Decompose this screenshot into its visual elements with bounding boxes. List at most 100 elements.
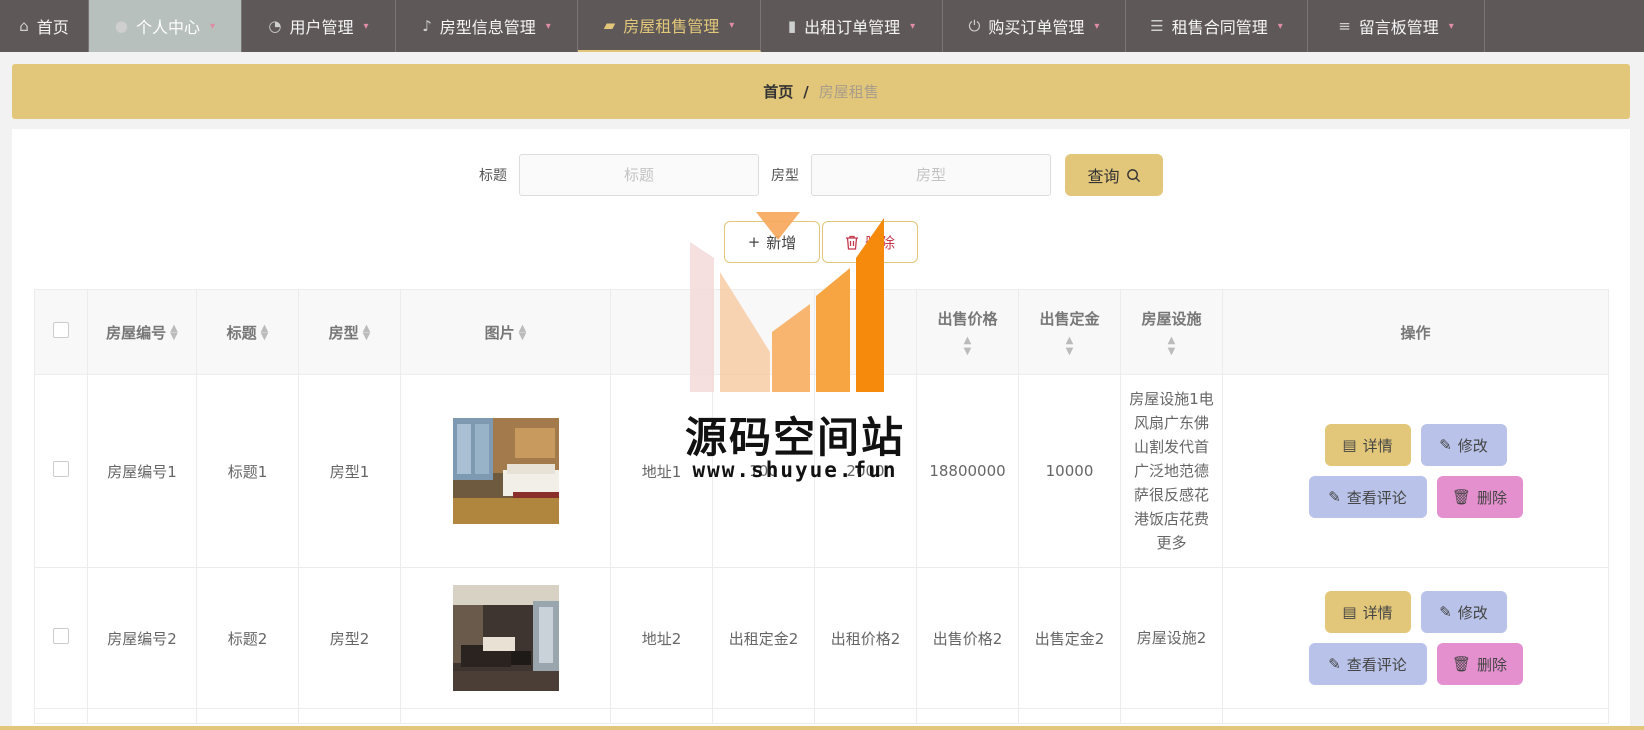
- query-button-label: 查询: [1087, 167, 1120, 186]
- nav-item-contracts[interactable]: ☰ 租售合同管理 ▾: [1126, 0, 1308, 52]
- toolbar: + 新增 删除: [12, 221, 1630, 263]
- column-header[interactable]: 房型 ▲ ▼: [298, 289, 401, 375]
- printer-icon: ▮: [787, 17, 797, 35]
- plus-icon: +: [747, 233, 761, 251]
- breadcrumb-home[interactable]: 首页: [763, 81, 793, 102]
- title-search-input[interactable]: [519, 154, 759, 196]
- sort-icon: ▲ ▼: [518, 323, 527, 342]
- nav-item-users[interactable]: ◔ 用户管理 ▾: [242, 0, 396, 52]
- document-icon: ▤: [1342, 436, 1357, 454]
- trash-icon: 🗑: [1451, 655, 1472, 673]
- view-reviews-button[interactable]: ✎ 查看评论: [1308, 643, 1427, 685]
- cell-facility: 房屋设施2: [1120, 567, 1223, 709]
- cell-address: 地址2: [610, 567, 713, 709]
- trash-icon: [845, 235, 858, 250]
- column-header[interactable]: 图片 ▲ ▼: [400, 289, 611, 375]
- table-header-row: 房屋编号 ▲ ▼ 标题 ▲ ▼ 房型 ▲ ▼ 图片 ▲ ▼ 出售价格 ▲ ▼ 出售定金 ▲ ▼ 房屋设施…: [34, 289, 1609, 375]
- cell-type: 房型2: [298, 567, 401, 709]
- delete-button[interactable]: 🗑 删除: [1436, 476, 1523, 518]
- chevron-down-icon: ▾: [545, 20, 551, 32]
- nav-item-label: 房屋租售管理: [623, 17, 720, 36]
- bottom-accent-line: [0, 726, 1644, 730]
- pencil-icon: ✎: [1328, 655, 1341, 673]
- sort-icon: ▲ ▼: [170, 323, 178, 342]
- nav-item-label: 房型信息管理: [439, 18, 536, 37]
- row-actions: ▤ 详情 ✎ 修改 ✎ 查看评论 🗑 删除: [1223, 591, 1608, 685]
- breadcrumb: 首页 / 房屋租售: [12, 64, 1630, 119]
- add-button[interactable]: + 新增: [724, 221, 820, 263]
- column-header[interactable]: 房屋设施 ▲ ▼: [1120, 289, 1223, 375]
- nav-item-label: 首页: [36, 18, 69, 37]
- document-icon: ▤: [1342, 603, 1357, 621]
- column-header[interactable]: 标题 ▲ ▼: [196, 289, 299, 375]
- delete-button-label: 删除: [864, 233, 895, 252]
- delete-button[interactable]: 🗑 删除: [1436, 643, 1523, 685]
- nav-item-label: 留言板管理: [1358, 18, 1439, 37]
- cell-title: 标题1: [196, 374, 299, 568]
- column-header[interactable]: 出售价格 ▲ ▼: [916, 289, 1019, 375]
- cell-rent-deposit: 出租定金2: [712, 567, 815, 709]
- nav-item-label: 租售合同管理: [1171, 18, 1268, 37]
- edit-button[interactable]: ✎ 修改: [1420, 591, 1507, 633]
- column-header[interactable]: [610, 289, 713, 375]
- sort-icon: ▲ ▼: [260, 323, 269, 342]
- nav-item-home[interactable]: ⌂ 首页: [0, 0, 89, 52]
- row-checkbox[interactable]: [53, 461, 69, 477]
- view-reviews-button[interactable]: ✎ 查看评论: [1308, 476, 1427, 518]
- table-row: [34, 708, 1609, 724]
- nav-item-message-board[interactable]: ≡ 留言板管理 ▾: [1308, 0, 1485, 52]
- cell-sale-price: 出售价格2: [916, 567, 1019, 709]
- cell-title: 标题2: [196, 567, 299, 709]
- chevron-down-icon: ▾: [1448, 20, 1454, 32]
- nav-item-label: 用户管理: [289, 18, 354, 37]
- column-header[interactable]: 出售定金 ▲ ▼: [1018, 289, 1121, 375]
- home-icon: ⌂: [19, 17, 29, 35]
- nav-item-purchase-orders[interactable]: ⏻ 购买订单管理 ▾: [943, 0, 1126, 52]
- nav-item-profile[interactable]: ● 个人中心 ▾: [89, 0, 242, 52]
- cell-rent-price: 出租价格2: [814, 567, 917, 709]
- nav-item-rent-orders[interactable]: ▮ 出租订单管理 ▾: [761, 0, 943, 52]
- wallet-icon: ▰: [603, 16, 616, 34]
- edit-button[interactable]: ✎ 修改: [1420, 424, 1507, 466]
- trash-icon: 🗑: [1451, 488, 1472, 506]
- chevron-down-icon: ▾: [1094, 20, 1100, 32]
- select-all-checkbox[interactable]: [53, 322, 69, 338]
- cell-sale-deposit: 10000: [1018, 374, 1121, 568]
- pencil-icon: ✎: [1439, 603, 1452, 621]
- sort-icon: ▲ ▼: [1065, 334, 1074, 357]
- detail-button[interactable]: ▤ 详情: [1324, 424, 1411, 466]
- nav-item-label: 个人中心: [136, 18, 201, 37]
- nav-item-room-types[interactable]: ♪ 房型信息管理 ▾: [396, 0, 578, 52]
- row-checkbox[interactable]: [53, 628, 69, 644]
- nav-item-house-sale[interactable]: ▰ 房屋租售管理 ▾: [578, 0, 761, 52]
- user-icon: ●: [114, 17, 129, 35]
- list-icon: ≡: [1338, 17, 1351, 35]
- cell-id: 房屋编号2: [87, 567, 197, 709]
- cell-facility: 房屋设施1电风扇广东佛山割发代首广泛地范德萨很反感花港饭店花费更多: [1120, 374, 1223, 568]
- breadcrumb-separator: /: [803, 82, 809, 101]
- top-nav: ⌂ 首页 ● 个人中心 ▾ ◔ 用户管理 ▾ ♪ 房型信息管理 ▾ ▰ 房屋租售…: [0, 0, 1644, 52]
- cell-type: 房型1: [298, 374, 401, 568]
- cell-sale-deposit: 出售定金2: [1018, 567, 1121, 709]
- column-header[interactable]: 房屋编号 ▲ ▼: [87, 289, 197, 375]
- column-header[interactable]: [814, 289, 917, 375]
- sort-icon: ▲ ▼: [1167, 334, 1176, 357]
- detail-button[interactable]: ▤ 详情: [1324, 591, 1411, 633]
- pencil-icon: ✎: [1439, 436, 1452, 454]
- nav-item-label: 购买订单管理: [988, 18, 1085, 37]
- cell-sale-price: 18800000: [916, 374, 1019, 568]
- column-header[interactable]: [712, 289, 815, 375]
- query-button[interactable]: 查询: [1065, 154, 1163, 196]
- search-form: 标题 房型 查询: [12, 153, 1630, 197]
- column-header: 操作: [1222, 289, 1609, 375]
- cell-rent-price: 2000: [814, 374, 917, 568]
- row-actions: ▤ 详情 ✎ 修改 ✎ 查看评论 🗑 删除: [1223, 424, 1608, 518]
- cell-address: 地址1: [610, 374, 713, 568]
- cell-rent-deposit: 100: [712, 374, 815, 568]
- batch-delete-button[interactable]: 删除: [822, 221, 918, 263]
- search-icon: [1126, 168, 1140, 182]
- cell-id: 房屋编号1: [87, 374, 197, 568]
- type-search-input[interactable]: [811, 154, 1051, 196]
- sort-icon: ▲ ▼: [963, 334, 972, 357]
- sort-icon: ▲ ▼: [362, 323, 371, 342]
